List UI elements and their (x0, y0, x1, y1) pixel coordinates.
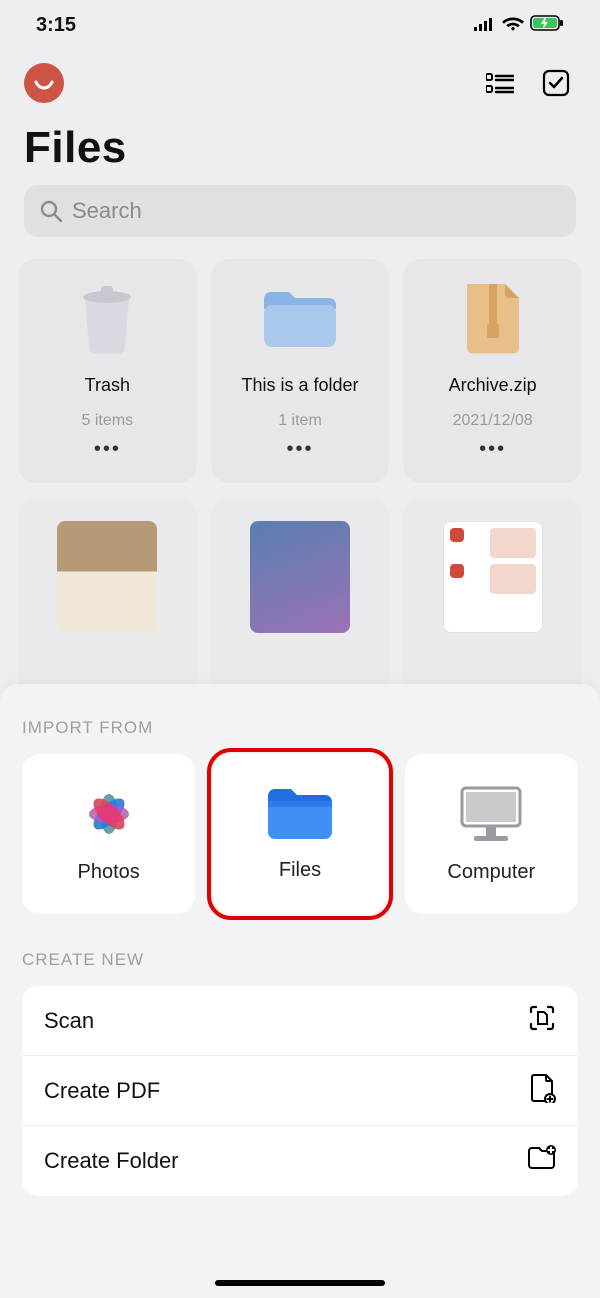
smile-icon (33, 72, 55, 94)
import-computer[interactable]: Computer (405, 754, 578, 914)
checkbox-icon (542, 69, 570, 97)
import-section-label: IMPORT FROM (22, 718, 578, 738)
computer-icon (456, 784, 526, 849)
battery-icon (530, 14, 564, 37)
status-bar: 3:15 (0, 0, 600, 45)
create-label: Create PDF (44, 1078, 160, 1104)
file-sub: 1 item (278, 412, 322, 430)
photos-icon (79, 784, 139, 849)
file-sub: 5 items (82, 412, 134, 430)
file-sub: 2021/12/08 (453, 412, 533, 430)
cellular-icon (474, 14, 496, 37)
list-icon (486, 72, 514, 94)
trash-icon (75, 277, 139, 361)
list-view-button[interactable] (480, 63, 520, 103)
import-label: Photos (78, 861, 140, 884)
file-card-trash[interactable]: Trash 5 items ••• (18, 259, 197, 483)
import-photos[interactable]: Photos (22, 754, 195, 914)
import-label: Computer (447, 861, 535, 884)
zip-icon (461, 277, 525, 361)
status-right (474, 14, 564, 37)
file-card-archive[interactable]: Archive.zip 2021/12/08 ••• (403, 259, 582, 483)
app-header (0, 45, 600, 103)
search-input[interactable]: Search (24, 185, 576, 237)
folder-plus-icon (526, 1145, 556, 1177)
import-files[interactable]: Files (213, 754, 386, 914)
image-thumb (443, 521, 543, 633)
file-name: This is a folder (241, 375, 358, 396)
folder-icon (260, 277, 340, 361)
import-row: Photos Files Computer (22, 754, 578, 914)
document-plus-icon (530, 1073, 556, 1109)
wifi-icon (502, 14, 524, 37)
import-sheet: IMPORT FROM Photos (0, 684, 600, 1298)
status-time: 3:15 (36, 14, 76, 37)
search-wrap: Search (0, 185, 600, 259)
image-thumb (57, 521, 157, 633)
file-name: Archive.zip (449, 375, 537, 396)
file-card-folder[interactable]: This is a folder 1 item ••• (211, 259, 390, 483)
file-name: Trash (85, 375, 130, 396)
create-label: Create Folder (44, 1148, 179, 1174)
create-label: Scan (44, 1008, 94, 1034)
more-icon[interactable]: ••• (286, 438, 313, 461)
create-list: Scan Create PDF Create Folder (22, 986, 578, 1196)
create-section-label: CREATE NEW (22, 950, 578, 970)
avatar[interactable] (24, 63, 64, 103)
create-pdf[interactable]: Create PDF (22, 1056, 578, 1126)
create-scan[interactable]: Scan (22, 986, 578, 1056)
more-icon[interactable]: ••• (94, 438, 121, 461)
search-icon (40, 200, 62, 222)
file-grid: Trash 5 items ••• This is a folder 1 ite… (0, 259, 600, 483)
home-indicator[interactable] (215, 1280, 385, 1286)
create-folder[interactable]: Create Folder (22, 1126, 578, 1196)
search-placeholder: Search (72, 198, 142, 224)
image-thumb (250, 521, 350, 633)
select-button[interactable] (536, 63, 576, 103)
more-icon[interactable]: ••• (479, 438, 506, 461)
scan-icon (528, 1004, 556, 1038)
import-label: Files (279, 859, 321, 882)
page-title: Files (0, 103, 600, 185)
folder-icon (265, 786, 335, 847)
